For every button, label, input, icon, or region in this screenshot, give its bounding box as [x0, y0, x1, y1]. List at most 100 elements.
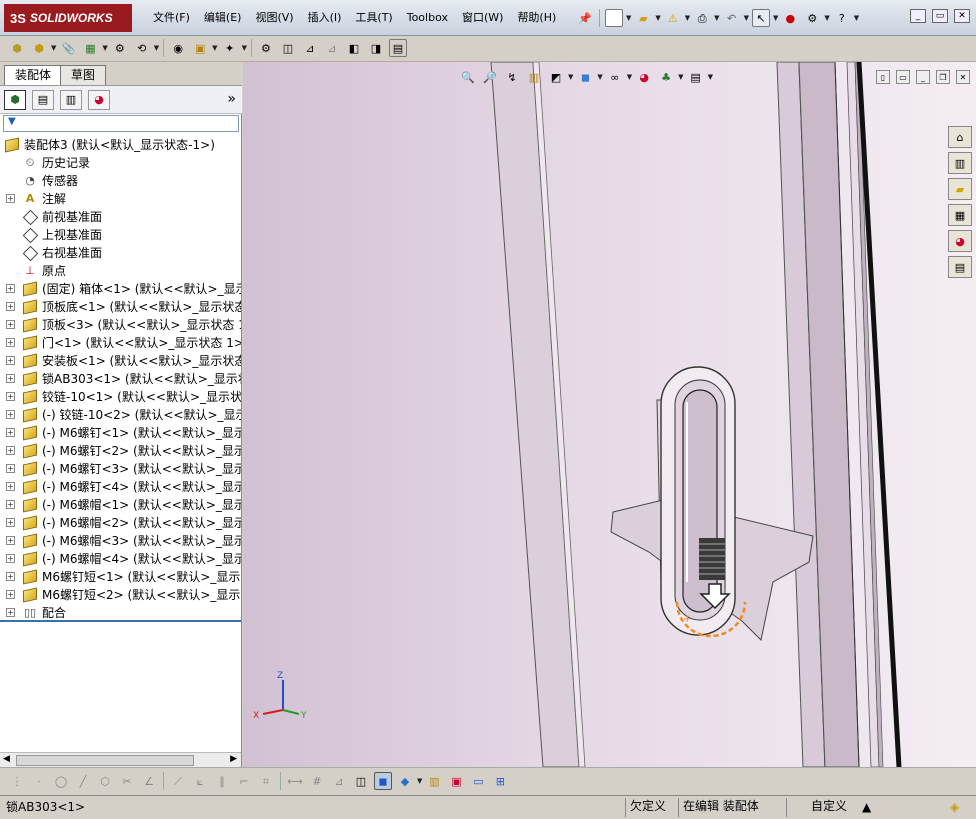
tree-item[interactable]: + M6螺钉短<1> (默认<<默认>_显示状态: [0, 568, 241, 586]
mate-icon[interactable]: 📎: [59, 39, 77, 57]
tree-item[interactable]: + (-) M6螺帽<3> (默认<<默认>_显示状: [0, 532, 241, 550]
minimize-icon[interactable]: _: [910, 9, 926, 23]
chevron-down-icon[interactable]: ▼: [714, 14, 719, 22]
expand-icon[interactable]: +: [6, 464, 15, 473]
split-vertical-icon[interactable]: ▯: [876, 70, 890, 84]
display-style-icon[interactable]: ◼: [576, 68, 594, 86]
chevron-down-icon[interactable]: ▼: [242, 44, 247, 52]
custom-properties-icon[interactable]: ▤: [948, 256, 972, 278]
smart-fasteners-icon[interactable]: ⚙: [111, 39, 129, 57]
configurationmanager-icon[interactable]: ▥: [60, 89, 82, 110]
tree-item[interactable]: + 安装板<1> (默认<<默认>_显示状态 1: [0, 352, 241, 370]
polygon-icon[interactable]: ⬡: [96, 772, 114, 790]
relations-icon[interactable]: ⊿: [330, 772, 348, 790]
line-icon[interactable]: ╱: [74, 772, 92, 790]
tree-item[interactable]: + 门<1> (默认<<默认>_显示状态 1>): [0, 334, 241, 352]
tag-icon[interactable]: ◈: [950, 799, 959, 815]
chevron-down-icon[interactable]: ▼: [773, 14, 778, 22]
chevron-down-icon[interactable]: ▼: [744, 14, 749, 22]
expand-icon[interactable]: +: [6, 482, 15, 491]
3d-box-icon[interactable]: ◫: [352, 772, 370, 790]
extend-icon[interactable]: ⟋: [169, 772, 187, 790]
expand-icon[interactable]: +: [6, 500, 15, 509]
explode-line-sketch-icon[interactable]: ⊿: [301, 39, 319, 57]
menu-help[interactable]: 帮助(H): [510, 10, 563, 26]
chevron-down-icon[interactable]: ▼: [626, 14, 631, 22]
shaded-box-icon[interactable]: ◼: [374, 772, 392, 790]
traffic-light-icon[interactable]: ●: [781, 9, 799, 27]
expand-icon[interactable]: +: [6, 284, 15, 293]
units-arrow-icon[interactable]: ▲: [862, 799, 871, 815]
insert-component-icon[interactable]: ⬢: [8, 39, 26, 57]
model-canvas[interactable]: +: [243, 62, 976, 767]
filter-icon[interactable]: ▼: [8, 116, 16, 127]
open-folder-icon[interactable]: ▰: [634, 9, 652, 27]
appearances-icon[interactable]: ◕: [948, 230, 972, 252]
tree-item[interactable]: + (-) M6螺帽<1> (默认<<默认>_显示状: [0, 496, 241, 514]
expand-icon[interactable]: +: [6, 572, 15, 581]
circle-icon[interactable]: ◯: [52, 772, 70, 790]
tab-sketch[interactable]: 草图: [60, 65, 107, 85]
tree-item[interactable]: + (-) M6螺钉<4> (默认<<默认>_显示状: [0, 478, 241, 496]
chevron-down-icon[interactable]: ▼: [51, 44, 56, 52]
pin-icon[interactable]: 📌: [576, 9, 594, 27]
angle-icon[interactable]: ∠: [140, 772, 158, 790]
chevron-down-icon[interactable]: ▼: [417, 777, 422, 785]
doc-restore-icon[interactable]: ❐: [936, 70, 950, 84]
parallel-icon[interactable]: ∥: [213, 772, 231, 790]
tree-item[interactable]: + (-) M6螺帽<4> (默认<<默认>_显示状: [0, 550, 241, 568]
scroll-right-icon[interactable]: ▶: [230, 754, 237, 764]
expand-icon[interactable]: +: [6, 374, 15, 383]
move-component-icon[interactable]: ⟲: [133, 39, 151, 57]
corner-icon[interactable]: ⌐: [235, 772, 253, 790]
menu-edit[interactable]: 编辑(E): [197, 10, 249, 26]
scrollbar-thumb[interactable]: [16, 755, 194, 766]
chevron-down-icon[interactable]: ▼: [568, 73, 573, 81]
chevron-down-icon[interactable]: ▼: [708, 73, 713, 81]
tree-item[interactable]: + 顶板<3> (默认<<默认>_显示状态 1>): [0, 316, 241, 334]
more-tabs-icon[interactable]: »: [227, 91, 236, 107]
display-mode-icon[interactable]: ◆: [396, 772, 414, 790]
clearance-icon[interactable]: ◧: [345, 39, 363, 57]
tree-item[interactable]: + 锁AB303<1> (默认<<默认>_显示状态: [0, 370, 241, 388]
select-cursor-icon[interactable]: ↖: [751, 9, 770, 27]
restore-icon[interactable]: ▭: [932, 9, 948, 23]
tree-item[interactable]: + M6螺钉短<2> (默认<<默认>_显示状态: [0, 586, 241, 604]
tree-item[interactable]: ⏲ 历史记录: [0, 154, 241, 172]
chevron-down-icon[interactable]: ▼: [678, 73, 683, 81]
chevron-down-icon[interactable]: ▼: [824, 14, 829, 22]
expand-icon[interactable]: +: [6, 428, 15, 437]
design-library-icon[interactable]: ▥: [948, 152, 972, 174]
expand-icon[interactable]: +: [6, 338, 15, 347]
horizontal-scrollbar[interactable]: ◀ ▶: [0, 752, 241, 767]
expand-icon[interactable]: +: [6, 302, 15, 311]
zoom-to-fit-icon[interactable]: 🔍: [459, 68, 477, 86]
rebuild-warning-icon[interactable]: ⚠: [664, 9, 682, 27]
help-icon[interactable]: ?: [833, 9, 851, 27]
view-orientation-icon[interactable]: ◩: [547, 68, 565, 86]
chevron-down-icon[interactable]: ▼: [102, 44, 107, 52]
chevron-down-icon[interactable]: ▼: [627, 73, 632, 81]
chevron-down-icon[interactable]: ▼: [154, 44, 159, 52]
expand-icon[interactable]: +: [6, 446, 15, 455]
chevron-down-icon[interactable]: ▼: [685, 14, 690, 22]
window-tile-icon[interactable]: ▭: [469, 772, 487, 790]
markup-icon[interactable]: ▣: [447, 772, 465, 790]
view-palette-icon[interactable]: ▦: [948, 204, 972, 226]
expand-icon[interactable]: +: [6, 320, 15, 329]
zoom-to-area-icon[interactable]: 🔎: [481, 68, 499, 86]
tree-item[interactable]: + (-) M6螺钉<2> (默认<<默认>_显示状: [0, 442, 241, 460]
scroll-left-icon[interactable]: ◀: [3, 754, 10, 764]
expand-icon[interactable]: +: [6, 392, 15, 401]
menu-toolbox[interactable]: Toolbox: [400, 10, 455, 26]
tree-item[interactable]: + (-) M6螺帽<2> (默认<<默认>_显示状: [0, 514, 241, 532]
dimension-icon[interactable]: ⌗: [257, 772, 275, 790]
expand-icon[interactable]: +: [6, 410, 15, 419]
chevron-down-icon[interactable]: ▼: [212, 44, 217, 52]
interference-detection-icon[interactable]: ⊿: [323, 39, 341, 57]
instant3d-icon[interactable]: ▤: [388, 39, 407, 57]
edit-appearance-icon[interactable]: ◕: [635, 68, 653, 86]
tree-item[interactable]: + (-) M6螺钉<1> (默认<<默认>_显示状: [0, 424, 241, 442]
menu-file[interactable]: 文件(F): [146, 10, 197, 26]
show-hidden-icon[interactable]: ◉: [169, 39, 187, 57]
